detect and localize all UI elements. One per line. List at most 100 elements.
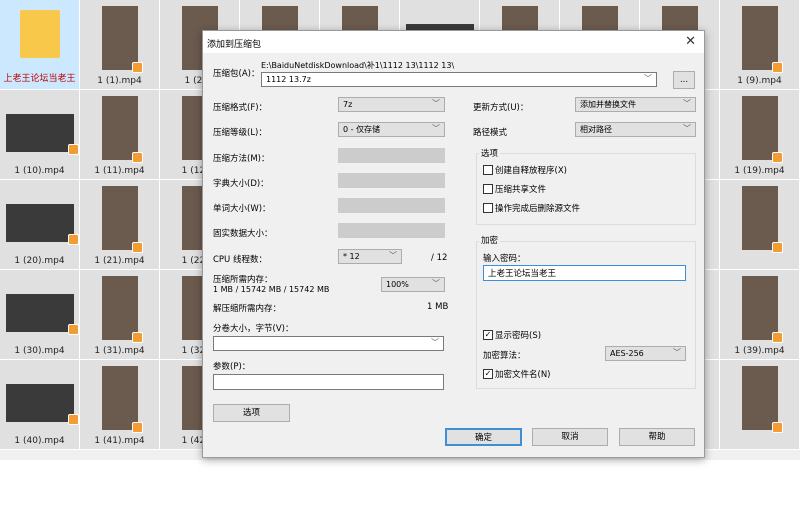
file-item[interactable]: 1 (31).mp4 xyxy=(80,270,160,360)
file-item[interactable]: 1 (39).mp4 xyxy=(720,270,800,360)
file-item[interactable]: 1 (21).mp4 xyxy=(80,180,160,270)
video-thumbnail xyxy=(6,204,79,245)
file-item[interactable] xyxy=(720,360,800,450)
encrypt-names-checkbox[interactable]: ✓ 加密文件名(N) xyxy=(483,368,551,380)
dmem-label: 解压缩所需内存： xyxy=(213,304,282,314)
solid-select xyxy=(338,223,445,238)
cpu-label: CPU 线程数： xyxy=(213,255,267,265)
file-name: 1 (39).mp4 xyxy=(734,346,785,356)
shared-checkbox[interactable]: 压缩共享文件 xyxy=(483,183,546,195)
play-icon xyxy=(68,414,79,425)
archive-label: 压缩包(A)： xyxy=(213,69,260,79)
play-icon xyxy=(772,242,783,253)
method-label: 压缩方法(M)： xyxy=(213,154,270,164)
help-button[interactable]: 帮助 xyxy=(619,428,695,446)
solid-label: 固实数据大小： xyxy=(213,229,273,239)
chevron-down-icon: ﹀ xyxy=(683,99,691,108)
video-thumbnail xyxy=(102,186,143,253)
cancel-button[interactable]: 取消 xyxy=(532,428,608,446)
file-name: 1 (19).mp4 xyxy=(734,166,785,176)
split-combo[interactable]: ﹀ xyxy=(213,336,444,351)
video-thumbnail xyxy=(102,276,143,343)
file-name: 1 (10).mp4 xyxy=(14,166,65,176)
close-icon[interactable]: ✕ xyxy=(685,34,696,49)
play-icon xyxy=(132,152,143,163)
params-input[interactable] xyxy=(213,374,444,390)
title-bar: 添加到压缩包 ✕ xyxy=(203,31,704,53)
video-thumbnail xyxy=(102,366,143,433)
path-label: 路径模式 xyxy=(473,128,508,138)
file-name: 1 (30).mp4 xyxy=(14,346,65,356)
mem-pct-select[interactable]: 100% ﹀ xyxy=(381,277,445,292)
file-item[interactable]: 1 (20).mp4 xyxy=(0,180,80,270)
level-select[interactable]: 0 - 仅存储 ﹀ xyxy=(338,122,445,137)
sfx-checkbox[interactable]: 创建自释放程序(X) xyxy=(483,164,567,176)
options-group-label: 选项 xyxy=(479,147,501,159)
delete-source-checkbox[interactable]: 操作完成后删除源文件 xyxy=(483,202,580,214)
file-item[interactable]: 1 (11).mp4 xyxy=(80,90,160,180)
play-icon xyxy=(772,422,783,433)
video-thumbnail xyxy=(102,6,143,73)
file-item[interactable]: 1 (19).mp4 xyxy=(720,90,800,180)
play-icon xyxy=(68,234,79,245)
update-select[interactable]: 添加并替换文件 ﹀ xyxy=(575,97,696,112)
file-name: 1 (11).mp4 xyxy=(94,166,145,176)
chevron-down-icon: ﹀ xyxy=(644,74,652,83)
play-icon xyxy=(132,242,143,253)
browse-button[interactable]: ... xyxy=(673,71,695,89)
dialog-title: 添加到压缩包 xyxy=(207,40,262,50)
play-icon xyxy=(772,62,783,73)
video-thumbnail xyxy=(6,294,79,335)
play-icon xyxy=(132,62,143,73)
file-item[interactable]: 1 (41).mp4 xyxy=(80,360,160,450)
archive-path: E:\BaiduNetdiskDownload\补1\1112 13\1112 … xyxy=(261,61,455,70)
cpu-value: * 12 xyxy=(343,252,360,261)
play-icon xyxy=(68,144,79,155)
file-item[interactable]: 1 (40).mp4 xyxy=(0,360,80,450)
chevron-down-icon: ﹀ xyxy=(389,251,397,260)
mem-value: 1 MB / 15742 MB / 15742 MB xyxy=(213,285,330,294)
options-button[interactable]: 选项 xyxy=(213,404,290,422)
file-name: 1 (31).mp4 xyxy=(94,346,145,356)
show-password-label: 显示密码(S) xyxy=(495,331,542,341)
file-item[interactable]: 1 (1).mp4 xyxy=(80,0,160,90)
video-thumbnail xyxy=(6,114,79,155)
show-password-checkbox[interactable]: ✓ 显示密码(S) xyxy=(483,329,541,341)
file-name: 1 (9).mp4 xyxy=(737,76,782,86)
file-item[interactable]: 1 (10).mp4 xyxy=(0,90,80,180)
file-name: 1 (1).mp4 xyxy=(97,76,142,86)
ok-button[interactable]: 确定 xyxy=(445,428,522,446)
file-name: 1 (40).mp4 xyxy=(14,436,65,446)
chevron-down-icon: ﹀ xyxy=(683,124,691,133)
video-thumbnail xyxy=(742,186,783,253)
chevron-down-icon: ﹀ xyxy=(431,338,439,347)
split-label: 分卷大小，字节(V)： xyxy=(213,324,294,334)
file-item[interactable]: 1 (9).mp4 xyxy=(720,0,800,90)
play-icon xyxy=(132,332,143,343)
format-label: 压缩格式(F)： xyxy=(213,103,268,113)
chevron-down-icon: ﹀ xyxy=(432,279,440,288)
archive-name: 1112 13.7z xyxy=(266,75,311,84)
dict-label: 字典大小(D)： xyxy=(213,179,269,189)
password-input[interactable]: 上老王论坛当老王 xyxy=(483,265,686,281)
path-select[interactable]: 相对路径 ﹀ xyxy=(575,122,696,137)
video-thumbnail xyxy=(742,96,783,163)
mem-label: 压缩所需内存： xyxy=(213,275,273,285)
video-thumbnail xyxy=(742,276,783,343)
path-value: 相对路径 xyxy=(580,125,612,134)
file-item[interactable] xyxy=(720,180,800,270)
chevron-down-icon: ﹀ xyxy=(432,99,440,108)
file-item[interactable]: 1 (30).mp4 xyxy=(0,270,80,360)
format-select[interactable]: 7z ﹀ xyxy=(338,97,445,112)
play-icon xyxy=(132,422,143,433)
password-label: 输入密码： xyxy=(483,254,526,264)
chevron-down-icon: ﹀ xyxy=(432,124,440,133)
folder-item[interactable]: 上老王论坛当老王 xyxy=(0,0,80,90)
cpu-select[interactable]: * 12 ﹀ xyxy=(338,249,402,264)
video-thumbnail xyxy=(6,384,79,425)
play-icon xyxy=(772,152,783,163)
enc-method-select[interactable]: AES-256 ﹀ xyxy=(605,346,686,361)
archive-name-combo[interactable]: 1112 13.7z ﹀ xyxy=(261,72,657,87)
file-name: 1 (21).mp4 xyxy=(94,256,145,266)
dict-select xyxy=(338,173,445,188)
